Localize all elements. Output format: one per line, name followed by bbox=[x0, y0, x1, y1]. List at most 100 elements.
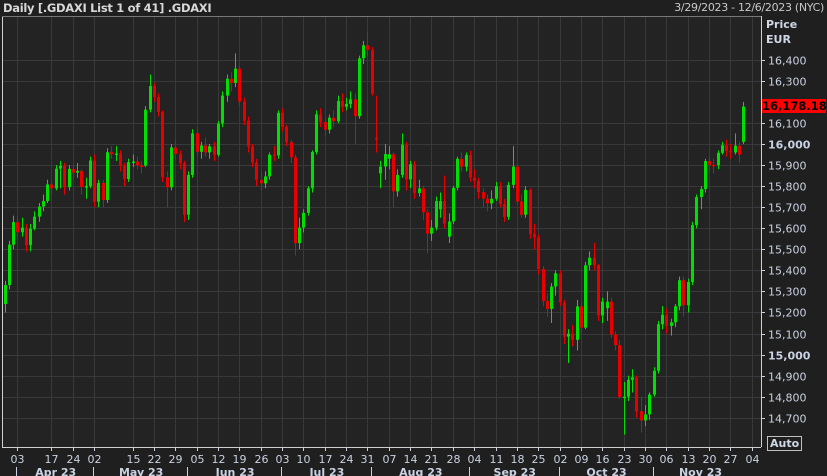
x-tick-label: 11 bbox=[490, 453, 504, 466]
x-tick-label: 22 bbox=[148, 453, 162, 466]
candle-body-down bbox=[559, 273, 562, 303]
last-price-label: 16,178.180 bbox=[762, 99, 827, 114]
candle-body-up bbox=[149, 86, 152, 110]
candle-body-down bbox=[537, 237, 540, 270]
candle-body-up bbox=[89, 160, 92, 187]
candle-body-down bbox=[580, 306, 583, 328]
candle-body-down bbox=[597, 265, 600, 316]
x-tick-label: 16 bbox=[596, 453, 610, 466]
candle-body-up bbox=[315, 114, 318, 153]
candle-body-up bbox=[644, 414, 647, 421]
candle-body-up bbox=[345, 104, 348, 107]
candle-body-down bbox=[477, 180, 480, 193]
candle-body-down bbox=[324, 121, 327, 130]
y-tick-label: 15,900 bbox=[768, 160, 807, 173]
candle-body-up bbox=[601, 301, 604, 316]
x-tick-label: 29 bbox=[169, 453, 183, 466]
candle-body-down bbox=[542, 269, 545, 301]
auto-scale-button[interactable]: Auto bbox=[767, 436, 803, 451]
y-tick-label: 15,100 bbox=[768, 329, 807, 342]
y-tick-label: 16,300 bbox=[768, 76, 807, 89]
month-label: Apr 23 bbox=[35, 466, 76, 476]
x-tick-label: 04 bbox=[468, 453, 482, 466]
candle-body-down bbox=[255, 162, 258, 180]
candle-body-down bbox=[332, 117, 335, 122]
month-label: Sep 23 bbox=[494, 466, 536, 476]
candle-body-up bbox=[623, 396, 626, 399]
candle-body-up bbox=[328, 117, 331, 130]
candle-body-down bbox=[273, 154, 276, 157]
candle-body-down bbox=[593, 257, 596, 266]
candle-body-up bbox=[700, 189, 703, 198]
x-tick-label: 24 bbox=[67, 453, 81, 466]
candle-body-down bbox=[319, 114, 322, 122]
candle-body-up bbox=[418, 188, 421, 194]
candle-body-down bbox=[166, 177, 169, 188]
candle-body-up bbox=[388, 154, 391, 159]
candle-body-down bbox=[473, 177, 476, 181]
candle-body-down bbox=[516, 166, 519, 202]
candlestick-chart[interactable]: 14,700 14,800 14,900 15,000 15,100 15,200 15,3… bbox=[0, 0, 827, 476]
month-label: May 23 bbox=[119, 466, 163, 476]
x-tick-label: 02 bbox=[554, 453, 568, 466]
y-tick-label: 15,000 bbox=[768, 350, 811, 363]
candle-body-up bbox=[97, 182, 100, 202]
candle-body-up bbox=[132, 161, 135, 163]
candle-body-up bbox=[567, 333, 570, 337]
x-tick-label: 15 bbox=[127, 453, 141, 466]
candle-body-down bbox=[16, 222, 19, 233]
x-tick-label: 20 bbox=[703, 453, 717, 466]
y-tick-label: 15,700 bbox=[768, 202, 807, 215]
x-tick-label: 19 bbox=[233, 453, 247, 466]
x-tick-label: 17 bbox=[319, 453, 333, 466]
candle-body-down bbox=[708, 161, 711, 165]
x-tick-label: 26 bbox=[255, 453, 269, 466]
candle-body-down bbox=[366, 45, 369, 50]
candle-body-down bbox=[546, 300, 549, 309]
candle-body-down bbox=[571, 333, 574, 340]
candle-body-up bbox=[42, 201, 45, 207]
candle-body-up bbox=[234, 68, 237, 83]
x-tick-label: 21 bbox=[425, 453, 439, 466]
candle-body-up bbox=[584, 265, 587, 328]
candle-body-down bbox=[153, 86, 156, 98]
x-tick-label: 03 bbox=[276, 453, 290, 466]
candle-body-down bbox=[682, 280, 685, 306]
x-tick-label: 09 bbox=[575, 453, 589, 466]
candle-body-up bbox=[12, 222, 15, 245]
x-tick-label: 07 bbox=[383, 453, 397, 466]
y-tick-label: 16,100 bbox=[768, 118, 807, 131]
y-tick-label: 15,600 bbox=[768, 223, 807, 236]
candle-body-down bbox=[533, 234, 536, 238]
candle-body-up bbox=[401, 144, 404, 175]
candle-body-down bbox=[520, 201, 523, 215]
candle-body-up bbox=[439, 201, 442, 210]
x-tick-label: 05 bbox=[191, 453, 205, 466]
x-tick-label: 02 bbox=[88, 453, 102, 466]
candle-body-up bbox=[217, 123, 220, 155]
x-tick-label: 03 bbox=[11, 453, 25, 466]
x-tick-label: 14 bbox=[404, 453, 418, 466]
candle-body-up bbox=[226, 78, 229, 96]
candle-body-up bbox=[311, 152, 314, 189]
candle-body-down bbox=[204, 145, 207, 153]
candle-body-up bbox=[38, 206, 41, 217]
y-tick-label: 15,500 bbox=[768, 244, 807, 257]
candle-body-down bbox=[157, 97, 160, 113]
candle-body-up bbox=[452, 187, 455, 222]
candle-body-down bbox=[426, 212, 429, 234]
candle-body-down bbox=[499, 186, 502, 205]
candle-body-down bbox=[405, 144, 408, 180]
candle-body-down bbox=[371, 49, 374, 94]
x-tick-label: 17 bbox=[45, 453, 59, 466]
candle-body-down bbox=[260, 179, 263, 184]
price-axis-header: Price EUR bbox=[766, 17, 797, 47]
x-tick-label: 10 bbox=[297, 453, 311, 466]
candle-body-up bbox=[465, 155, 468, 167]
x-tick-label: 28 bbox=[447, 453, 461, 466]
candle-body-up bbox=[21, 227, 24, 233]
candle-body-up bbox=[687, 281, 690, 306]
candle-body-up bbox=[661, 314, 664, 325]
candle-body-up bbox=[208, 146, 211, 153]
candle-body-up bbox=[627, 379, 630, 397]
